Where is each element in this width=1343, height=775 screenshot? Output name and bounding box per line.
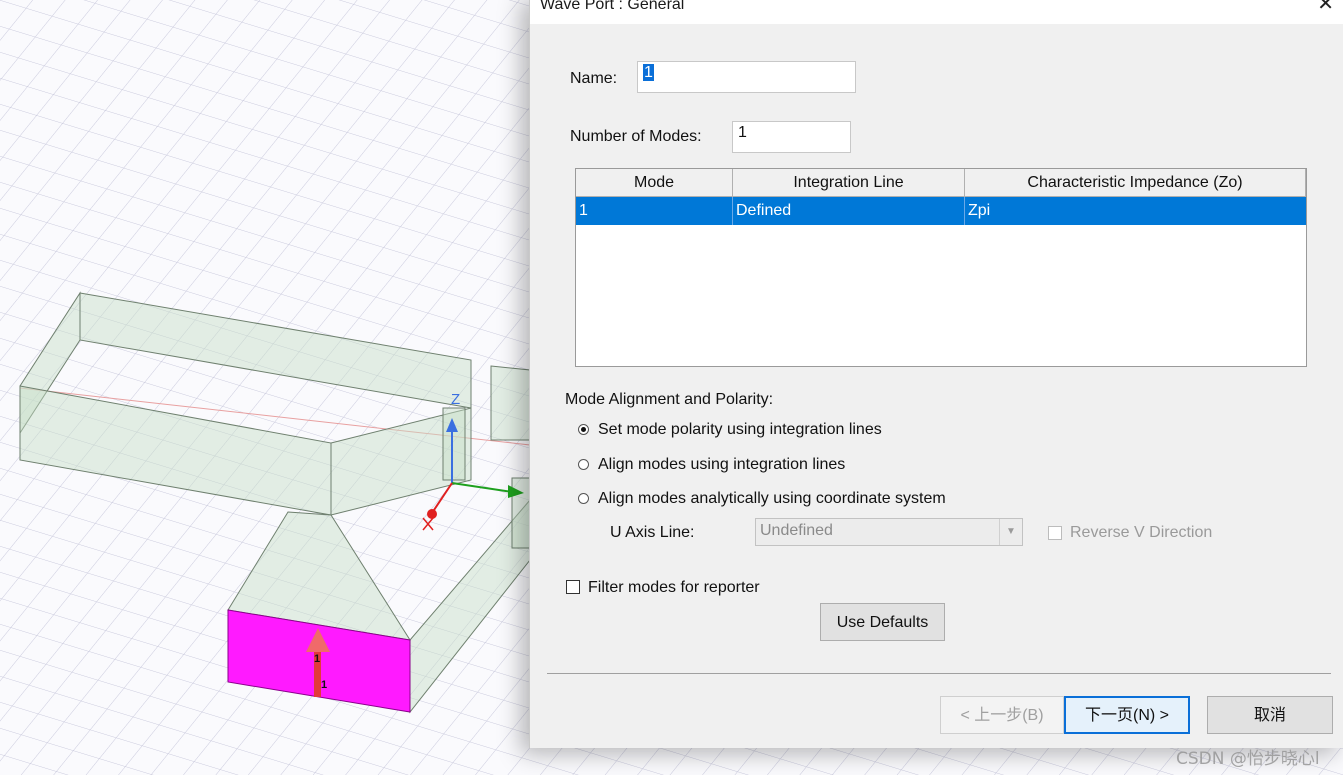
modes-label: Number of Modes: bbox=[570, 128, 702, 145]
alignment-heading: Mode Alignment and Polarity: bbox=[565, 391, 774, 408]
dialog-title: Wave Port : General bbox=[540, 0, 685, 13]
axis-z-label: Z bbox=[451, 391, 460, 408]
filter-modes-checkbox[interactable] bbox=[566, 580, 580, 594]
watermark: CSDN @怡步晓心l bbox=[1176, 749, 1320, 769]
reverse-v-label: Reverse V Direction bbox=[1070, 524, 1213, 541]
reverse-v-checkbox[interactable] bbox=[1048, 526, 1062, 540]
radio-align-integration[interactable] bbox=[578, 459, 589, 470]
port-label-bottom: 1 bbox=[321, 679, 327, 691]
title-bar[interactable]: Wave Port : General ✕ bbox=[530, 0, 1343, 24]
u-axis-value: Undefined bbox=[760, 522, 833, 539]
column-header-integration-line[interactable]: Integration Line bbox=[733, 169, 965, 197]
modes-table[interactable]: Mode Integration Line Characteristic Imp… bbox=[575, 168, 1307, 367]
separator bbox=[547, 673, 1331, 674]
cell-mode[interactable]: 1 bbox=[576, 197, 733, 225]
column-header-mode[interactable]: Mode bbox=[576, 169, 733, 197]
cell-integration-line[interactable]: Defined bbox=[733, 197, 965, 225]
close-icon[interactable]: ✕ bbox=[1317, 0, 1334, 16]
radio-align-analytic[interactable] bbox=[578, 493, 589, 504]
chevron-down-icon[interactable]: ▼ bbox=[999, 519, 1022, 545]
cancel-button[interactable]: 取消 bbox=[1207, 696, 1333, 734]
name-label: Name: bbox=[570, 70, 618, 87]
port-label-top: 1 bbox=[314, 653, 320, 665]
column-header-impedance[interactable]: Characteristic Impedance (Zo) bbox=[965, 169, 1306, 197]
number-of-modes-input[interactable]: 1 bbox=[732, 121, 851, 153]
use-defaults-button[interactable]: Use Defaults bbox=[820, 603, 945, 641]
u-axis-label: U Axis Line: bbox=[610, 524, 695, 541]
radio-align-analytic-label[interactable]: Align modes analytically using coordinat… bbox=[598, 490, 946, 508]
next-button[interactable]: 下一页(N) > bbox=[1064, 696, 1190, 734]
radio-align-integration-label[interactable]: Align modes using integration lines bbox=[598, 456, 845, 474]
radio-set-polarity-label[interactable]: Set mode polarity using integration line… bbox=[598, 421, 882, 439]
filter-modes-label[interactable]: Filter modes for reporter bbox=[588, 579, 760, 597]
back-button[interactable]: < 上一步(B) bbox=[940, 696, 1064, 734]
cell-impedance[interactable]: Zpi bbox=[965, 197, 1306, 225]
u-axis-select[interactable]: Undefined ▼ bbox=[755, 518, 1023, 546]
modes-input-value: 1 bbox=[738, 124, 747, 141]
name-input[interactable]: 1 bbox=[637, 61, 856, 93]
radio-set-polarity[interactable] bbox=[578, 424, 589, 435]
table-row[interactable]: 1 Defined Zpi bbox=[576, 197, 1306, 225]
name-input-value: 1 bbox=[643, 64, 654, 81]
